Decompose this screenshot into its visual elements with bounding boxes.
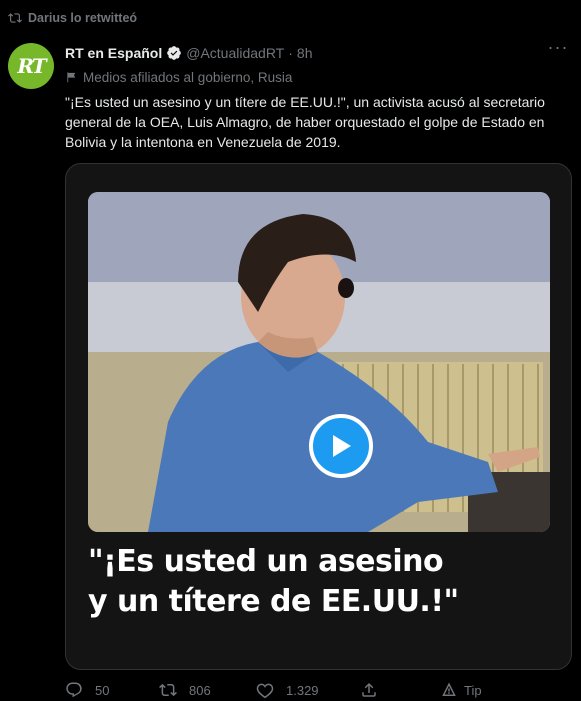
play-icon (333, 435, 351, 457)
retweeted-by-line[interactable]: Darius lo retwitteó (8, 9, 137, 27)
video-scene (88, 192, 550, 532)
tweet-text: "¡Es usted un asesino y un títere de EE.… (65, 94, 545, 150)
reply-icon (66, 682, 82, 698)
state-affiliated-label-text: Medios afiliados al gobierno, Rusia (83, 69, 293, 85)
video-thumbnail[interactable] (88, 192, 550, 532)
video-media-card[interactable]: "¡Es usted un asesino y un títere de EE.… (65, 163, 572, 670)
retweet-button[interactable]: 806 (159, 681, 256, 699)
government-flag-icon (67, 72, 76, 83)
video-caption-line-2: y un títere de EE.UU.!" (88, 584, 459, 619)
reply-count: 50 (95, 682, 110, 698)
tweet-actions-bar: 50 806 1.329 Tip (65, 680, 570, 700)
verified-badge-icon (167, 46, 182, 60)
author-handle[interactable]: @ActualidadRT (186, 45, 284, 61)
author-display-name[interactable]: RT en Español (65, 45, 162, 61)
reply-button[interactable]: 50 (65, 681, 159, 699)
retweet-icon (159, 683, 177, 697)
tweet-header: RT en Español @ActualidadRT · 8h (65, 43, 312, 63)
state-affiliated-label[interactable]: Medios afiliados al gobierno, Rusia (65, 67, 292, 87)
video-caption: "¡Es usted un asesino y un títere de EE.… (88, 542, 548, 622)
more-options-icon[interactable]: ··· (547, 38, 569, 60)
tweet-timestamp[interactable]: 8h (297, 45, 313, 61)
heart-icon (256, 683, 274, 699)
tip-label: Tip (464, 682, 482, 698)
share-icon (362, 682, 376, 697)
retweet-count: 806 (189, 682, 211, 698)
separator-dot: · (288, 45, 293, 61)
avatar[interactable]: RT (8, 43, 54, 89)
play-button[interactable] (309, 414, 373, 478)
avatar-logo-text: RT (17, 54, 46, 78)
video-caption-line-1: "¡Es usted un asesino (88, 544, 444, 579)
like-button[interactable]: 1.329 (256, 681, 360, 699)
tip-icon (442, 682, 456, 696)
retweet-icon (8, 13, 22, 23)
like-count: 1.329 (286, 682, 319, 698)
share-button[interactable] (360, 681, 440, 699)
retweeted-by-text: Darius lo retwitteó (28, 11, 138, 25)
tip-button[interactable]: Tip (440, 681, 482, 699)
